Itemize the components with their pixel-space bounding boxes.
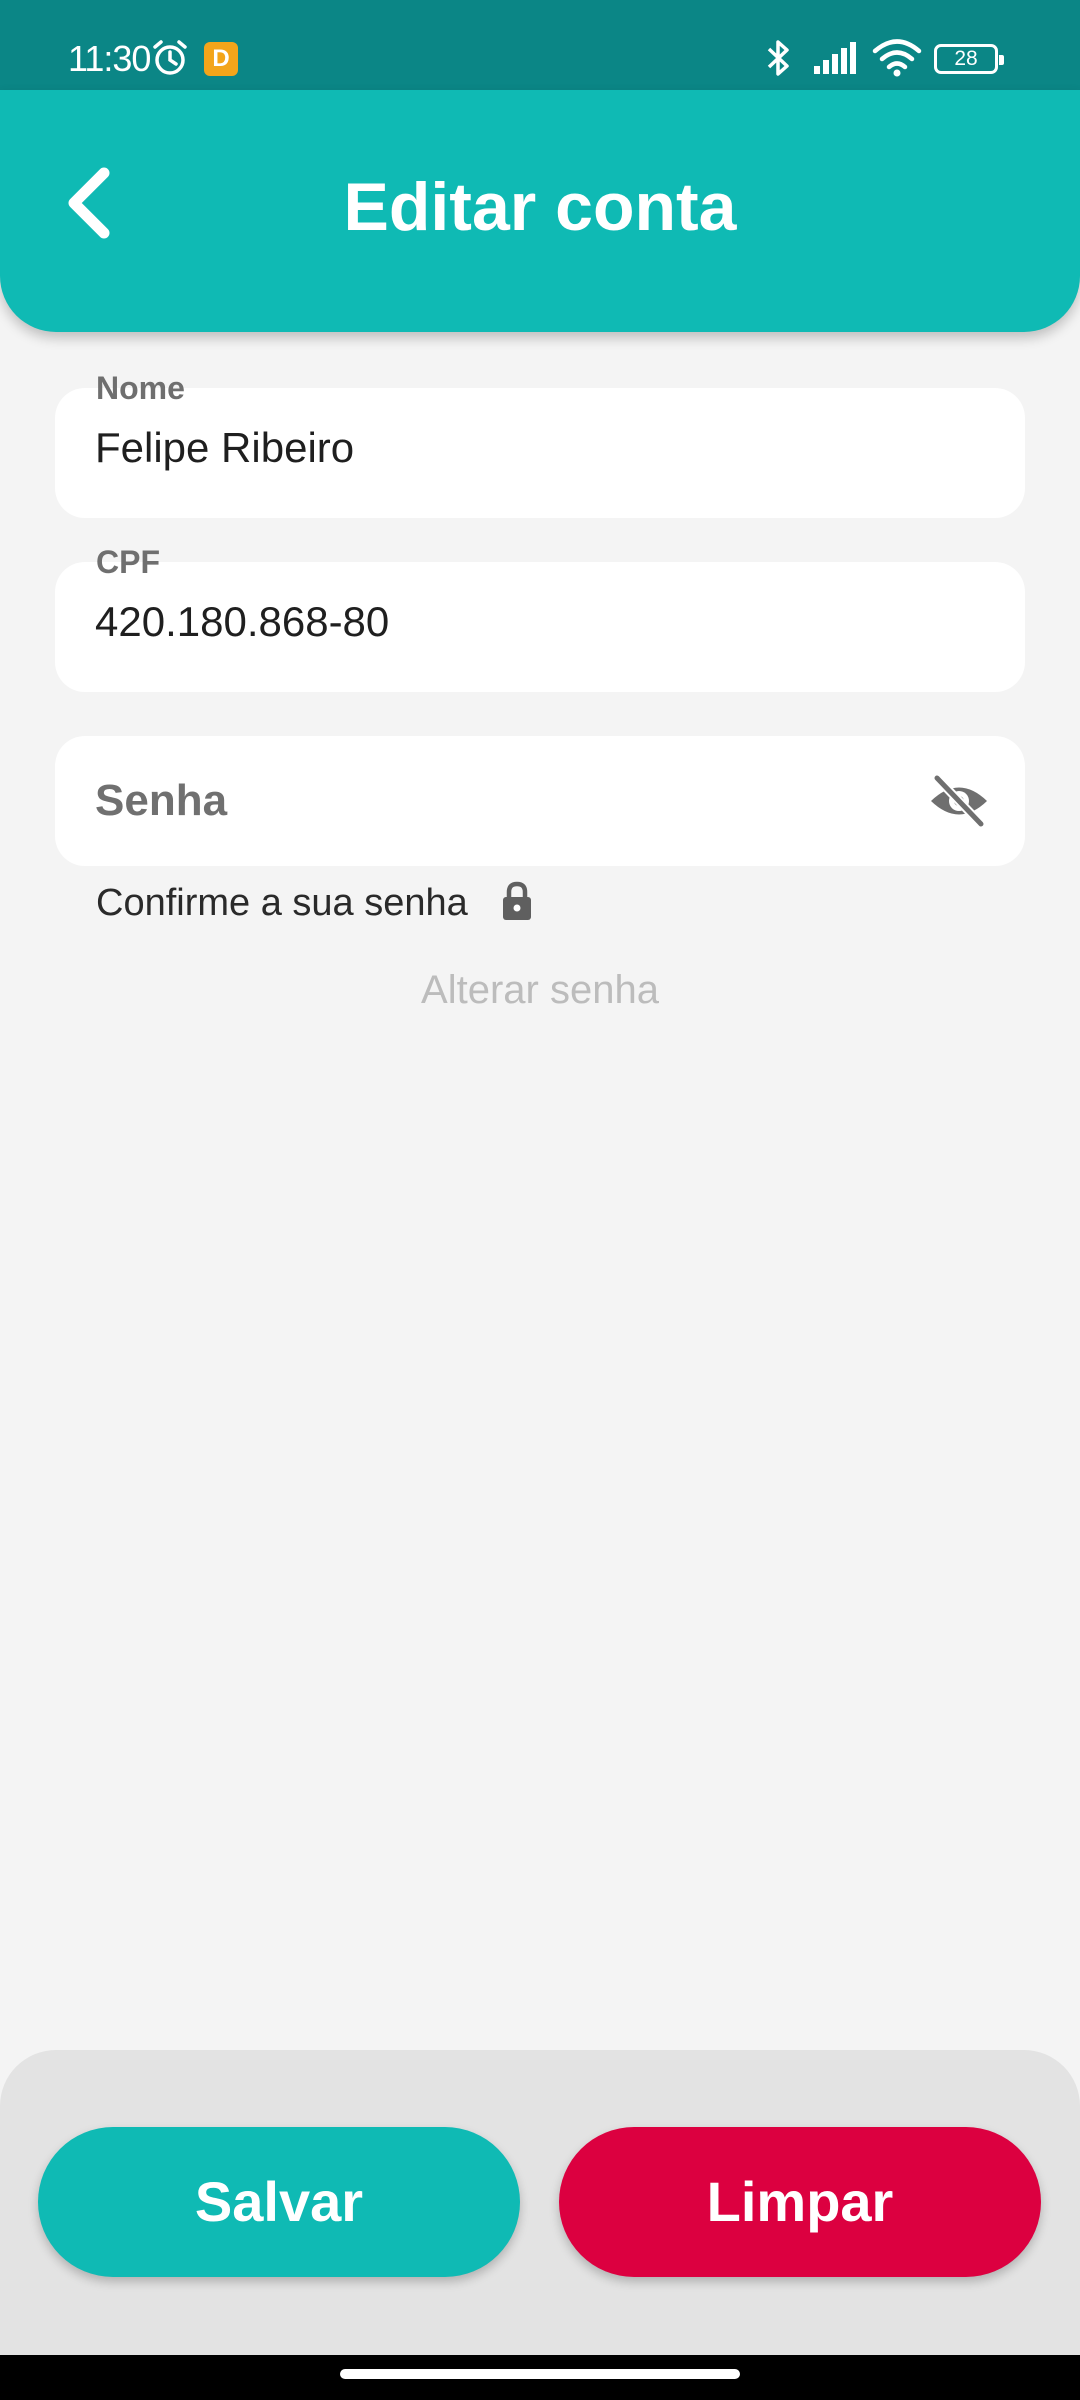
wifi-icon xyxy=(872,39,922,77)
notification-app-icon: D xyxy=(204,42,238,76)
battery-icon: 28 xyxy=(934,44,1004,74)
save-button[interactable]: Salvar xyxy=(38,2127,520,2277)
confirm-password-hint: Confirme a sua senha xyxy=(96,881,531,932)
confirm-password-text: Confirme a sua senha xyxy=(96,882,468,924)
clear-button[interactable]: Limpar xyxy=(559,2127,1041,2277)
change-password-link[interactable]: Alterar senha xyxy=(0,968,1080,1013)
status-time: 11:30 xyxy=(68,38,151,79)
password-field[interactable]: Senha xyxy=(55,736,1025,866)
name-value: Felipe Ribeiro xyxy=(95,424,355,471)
alarm-clock-icon xyxy=(153,40,187,75)
system-navigation-bar xyxy=(0,2355,1080,2400)
cell-signal-icon xyxy=(814,42,856,74)
bottom-action-panel: Salvar Limpar xyxy=(0,2050,1080,2355)
app-header: Editar conta xyxy=(0,90,1080,332)
home-indicator[interactable] xyxy=(340,2369,740,2379)
cpf-field[interactable]: 420.180.868-80 xyxy=(55,562,1025,692)
name-label: Nome xyxy=(96,370,185,406)
cpf-label: CPF xyxy=(96,544,160,580)
password-placeholder: Senha xyxy=(95,776,228,825)
eye-off-icon[interactable] xyxy=(927,772,991,830)
page-title: Editar conta xyxy=(343,169,737,245)
name-field[interactable]: Felipe Ribeiro xyxy=(55,388,1025,518)
status-bar: 11:30 D 28 xyxy=(0,0,1080,92)
battery-level: 28 xyxy=(954,47,978,70)
edit-account-screen: 11:30 D 28 Editar conta Felipe Ribeiro N… xyxy=(0,0,1080,2400)
lock-icon xyxy=(503,881,531,920)
cpf-value: 420.180.868-80 xyxy=(95,598,390,645)
bluetooth-icon xyxy=(767,40,789,76)
